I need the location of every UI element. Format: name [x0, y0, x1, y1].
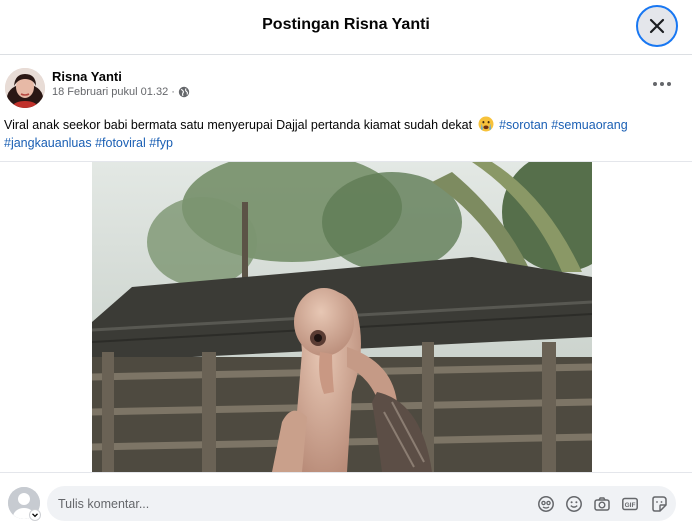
hashtag-link[interactable]: #semuaorang	[551, 118, 627, 132]
more-horizontal-icon	[653, 82, 657, 86]
more-options-button[interactable]	[648, 74, 676, 94]
hashtag-link[interactable]: #jangkauanluas	[4, 136, 92, 150]
gif-icon[interactable]: GIF	[621, 495, 639, 513]
crying-face-emoji	[478, 116, 494, 132]
comment-bar: Tulis komentar... GIF	[0, 472, 692, 532]
post-header: Risna Yanti 18 Februari pukul 01.32 ·	[0, 56, 692, 112]
hashtag-link[interactable]: #fyp	[149, 136, 173, 150]
chevron-down-icon[interactable]	[29, 509, 41, 521]
svg-text:GIF: GIF	[625, 502, 636, 509]
dialog-header: Postingan Risna Yanti	[0, 0, 692, 55]
dialog-title: Postingan Risna Yanti	[262, 16, 430, 33]
post-timestamp[interactable]: 18 Februari pukul 01.32	[52, 86, 168, 98]
close-button[interactable]	[636, 5, 678, 47]
post-caption: Viral anak seekor babi bermata satu meny…	[4, 116, 684, 152]
close-icon	[649, 18, 665, 34]
avatar-sticker-icon[interactable]	[537, 495, 555, 513]
more-dot	[667, 82, 671, 86]
emoji-icon[interactable]	[565, 495, 583, 513]
hashtag-link[interactable]: #fotoviral	[95, 136, 146, 150]
comment-placeholder: Tulis komentar...	[58, 497, 150, 511]
hashtag-link[interactable]: #sorotan	[499, 118, 548, 132]
caption-text: Viral anak seekor babi bermata satu meny…	[4, 118, 473, 132]
post-meta: 18 Februari pukul 01.32 ·	[52, 86, 190, 98]
more-dot	[660, 82, 664, 86]
sticker-icon[interactable]	[650, 495, 668, 513]
post-photo[interactable]	[92, 162, 592, 472]
author-name[interactable]: Risna Yanti	[52, 69, 122, 84]
author-avatar[interactable]	[5, 68, 45, 108]
meta-separator: ·	[171, 86, 175, 98]
globe-icon[interactable]	[178, 86, 190, 98]
camera-icon[interactable]	[593, 495, 611, 513]
